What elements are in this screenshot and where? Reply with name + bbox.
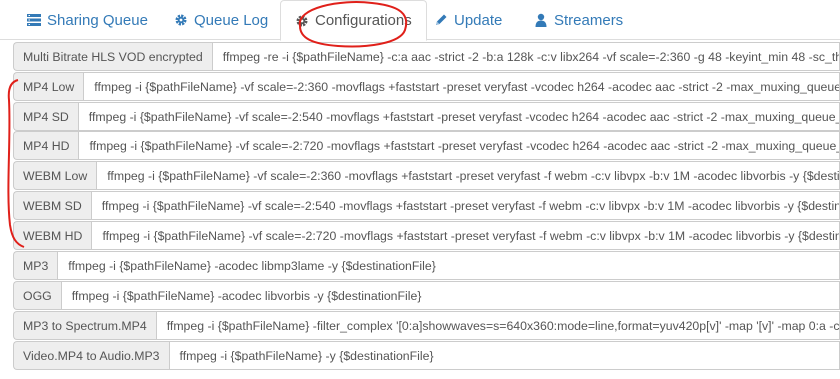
- config-command-input[interactable]: ffmpeg -i {$pathFileName} -vf scale=-2:7…: [91, 221, 840, 250]
- config-row-mp3: MP3 ffmpeg -i {$pathFileName} -acodec li…: [13, 251, 840, 280]
- config-label: MP4 SD: [13, 102, 78, 131]
- gear-icon: [174, 13, 188, 27]
- tab-update[interactable]: Update: [420, 0, 516, 40]
- tab-streamers[interactable]: Streamers: [520, 0, 637, 40]
- config-command-input[interactable]: ffmpeg -i {$pathFileName} -y {$destinati…: [168, 341, 840, 370]
- tab-label: Configurations: [315, 12, 412, 29]
- config-row-webm-low: WEBM Low ffmpeg -i {$pathFileName} -vf s…: [13, 161, 840, 190]
- config-label: MP3: [13, 251, 58, 280]
- config-command-input[interactable]: ffmpeg -i {$pathFileName} -vf scale=-2:3…: [96, 161, 840, 190]
- config-row-webm-hd: WEBM HD ffmpeg -i {$pathFileName} -vf sc…: [13, 221, 840, 250]
- config-row-mp4-hd: MP4 HD ffmpeg -i {$pathFileName} -vf sca…: [13, 131, 840, 160]
- config-row-video-to-audio: Video.MP4 to Audio.MP3 ffmpeg -i {$pathF…: [13, 341, 840, 370]
- config-row-mp3-to-spectrum: MP3 to Spectrum.MP4 ffmpeg -i {$pathFile…: [13, 311, 840, 340]
- tab-queue-log[interactable]: Queue Log: [160, 0, 282, 40]
- tab-label: Sharing Queue: [47, 11, 148, 29]
- config-command-input[interactable]: ffmpeg -i {$pathFileName} -acodec libvor…: [60, 281, 840, 310]
- config-label: Multi Bitrate HLS VOD encrypted: [13, 42, 212, 71]
- config-label: WEBM Low: [13, 161, 97, 190]
- config-command-input[interactable]: ffmpeg -i {$pathFileName} -filter_comple…: [155, 311, 840, 340]
- config-label: WEBM SD: [13, 191, 91, 220]
- config-command-input[interactable]: ffmpeg -re -i {$pathFileName} -c:a aac -…: [211, 42, 840, 71]
- config-command-input[interactable]: ffmpeg -i {$pathFileName} -vf scale=-2:3…: [83, 72, 840, 101]
- tab-label: Update: [454, 11, 503, 29]
- gear-icon: [295, 14, 309, 28]
- config-row-ogg: OGG ffmpeg -i {$pathFileName} -acodec li…: [13, 281, 840, 310]
- config-row-mp4-sd: MP4 SD ffmpeg -i {$pathFileName} -vf sca…: [13, 102, 840, 131]
- config-label: MP3 to Spectrum.MP4: [13, 311, 156, 340]
- config-command-input[interactable]: ffmpeg -i {$pathFileName} -vf scale=-2:5…: [77, 102, 840, 131]
- config-row-webm-sd: WEBM SD ffmpeg -i {$pathFileName} -vf sc…: [13, 191, 840, 220]
- config-command-input[interactable]: ffmpeg -i {$pathFileName} -acodec libmp3…: [57, 251, 840, 280]
- tab-label: Queue Log: [194, 11, 269, 29]
- config-label: MP4 Low: [13, 72, 84, 101]
- tab-sharing-queue[interactable]: Sharing Queue: [13, 0, 162, 40]
- config-command-input[interactable]: ffmpeg -i {$pathFileName} -vf scale=-2:5…: [90, 191, 840, 220]
- config-label: OGG: [13, 281, 61, 310]
- config-row-hls-vod: Multi Bitrate HLS VOD encrypted ffmpeg -…: [13, 42, 840, 71]
- config-label: MP4 HD: [13, 131, 79, 160]
- config-label: Video.MP4 to Audio.MP3: [13, 341, 169, 370]
- config-label: WEBM HD: [13, 221, 92, 250]
- pencil-icon: [434, 13, 448, 27]
- config-command-input[interactable]: ffmpeg -i {$pathFileName} -vf scale=-2:7…: [78, 131, 840, 160]
- user-icon: [534, 13, 548, 27]
- tab-configurations[interactable]: Configurations: [280, 0, 427, 41]
- nav-tabs: Sharing Queue Queue Log Configurations U…: [0, 0, 840, 41]
- tab-label: Streamers: [554, 11, 624, 29]
- config-row-mp4-low: MP4 Low ffmpeg -i {$pathFileName} -vf sc…: [13, 72, 840, 101]
- list-icon: [27, 13, 41, 27]
